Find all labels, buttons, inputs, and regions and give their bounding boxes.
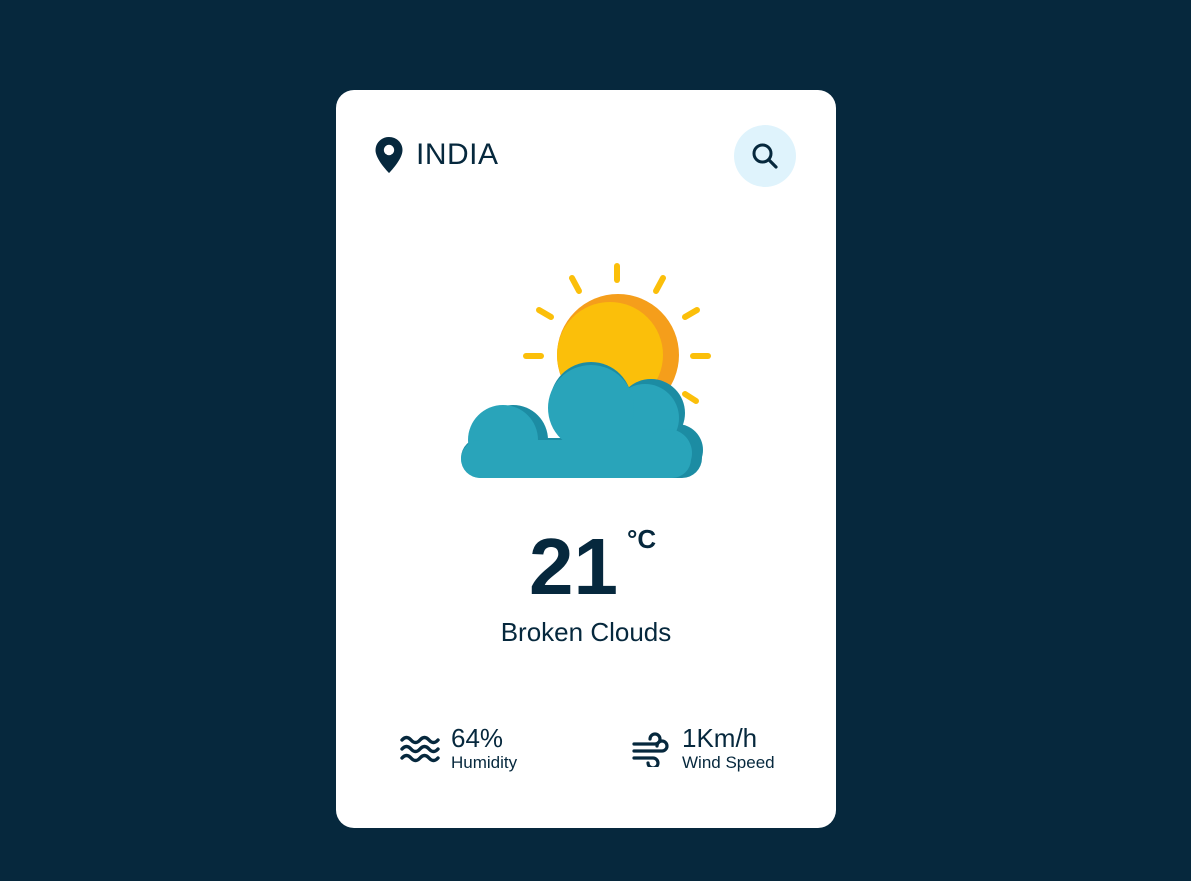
- humidity-label: Humidity: [451, 753, 518, 772]
- wind-detail: 1Km/h Wind Speed: [631, 724, 775, 774]
- search-button[interactable]: [734, 125, 796, 187]
- location: INDIA: [374, 136, 499, 174]
- wind-value: 1Km/h: [682, 723, 758, 753]
- weather-card: INDIA 21 °C Broken Clouds 64% Humidity 1…: [336, 90, 836, 828]
- weather-description: Broken Clouds: [500, 617, 672, 647]
- humidity-detail: 64% Humidity: [400, 724, 517, 774]
- temperature: 21 °C: [336, 522, 836, 612]
- wind-label: Wind Speed: [682, 753, 775, 772]
- waves-icon: [400, 735, 440, 763]
- humidity-text: 64% Humidity: [451, 724, 517, 774]
- temperature-value: 21: [529, 522, 618, 611]
- city-name: INDIA: [416, 138, 499, 171]
- weather-illustration: [458, 258, 718, 480]
- temperature-unit: °C: [627, 524, 657, 554]
- sun-behind-cloud-icon: [461, 263, 711, 478]
- humidity-value: 64%: [451, 723, 504, 753]
- location-pin-icon: [375, 137, 403, 173]
- wind-text: 1Km/h Wind Speed: [682, 724, 775, 774]
- search-icon: [752, 143, 778, 169]
- wind-icon: [632, 732, 669, 767]
